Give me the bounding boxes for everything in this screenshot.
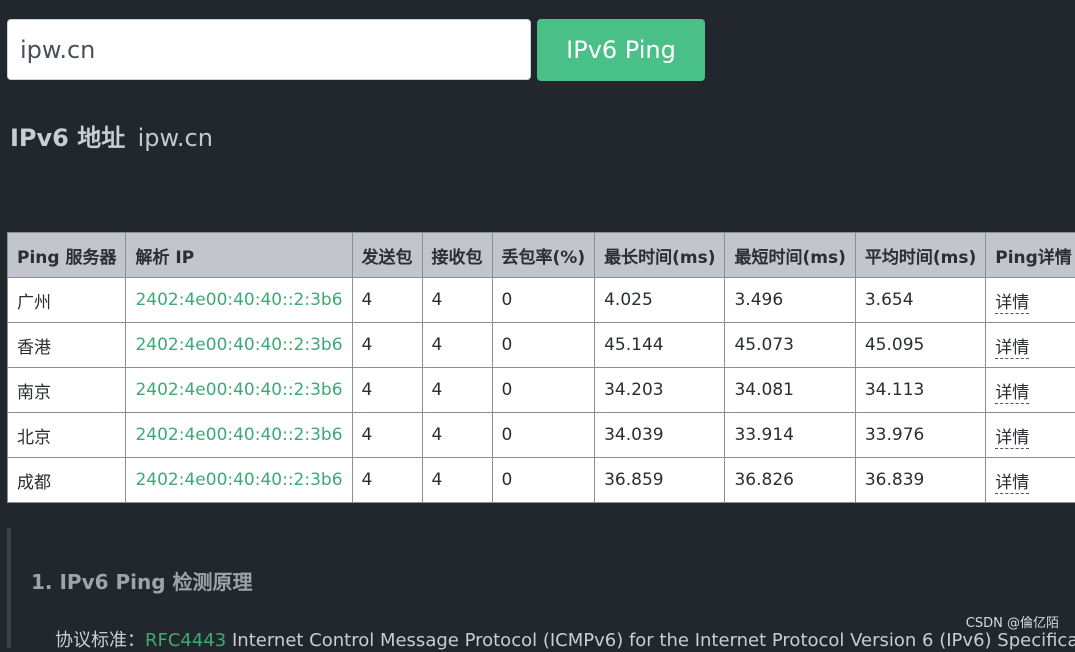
cell-detail: 详情 bbox=[986, 323, 1075, 368]
page-title-domain: ipw.cn bbox=[138, 124, 213, 152]
cell-ip: 2402:4e00:40:40::2:3b6 bbox=[126, 413, 352, 458]
cell-avg: 36.839 bbox=[855, 458, 985, 503]
cell-min: 36.826 bbox=[725, 458, 855, 503]
cell-loss: 0 bbox=[492, 413, 595, 458]
cell-detail: 详情 bbox=[986, 413, 1075, 458]
page-title: IPv6 地址 ipw.cn bbox=[10, 118, 213, 153]
cell-avg: 3.654 bbox=[855, 278, 985, 323]
cell-detail: 详情 bbox=[986, 368, 1075, 413]
cell-received: 4 bbox=[422, 278, 492, 323]
detail-link[interactable]: 详情 bbox=[995, 383, 1029, 404]
header-max: 最长时间(ms) bbox=[595, 233, 725, 278]
cell-min: 33.914 bbox=[725, 413, 855, 458]
header-avg: 平均时间(ms) bbox=[855, 233, 985, 278]
cell-max: 4.025 bbox=[595, 278, 725, 323]
cell-sent: 4 bbox=[352, 368, 422, 413]
cell-received: 4 bbox=[422, 323, 492, 368]
cell-sent: 4 bbox=[352, 413, 422, 458]
header-ip: 解析 IP bbox=[126, 233, 352, 278]
cell-max: 36.859 bbox=[595, 458, 725, 503]
header-sent: 发送包 bbox=[352, 233, 422, 278]
cell-ip: 2402:4e00:40:40::2:3b6 bbox=[126, 323, 352, 368]
cell-loss: 0 bbox=[492, 278, 595, 323]
ipv6-ping-button[interactable]: IPv6 Ping bbox=[537, 19, 705, 81]
section-text-prefix: 协议标准： bbox=[55, 630, 145, 651]
table-row: 南京 2402:4e00:40:40::2:3b6 4 4 0 34.203 3… bbox=[8, 368, 1075, 413]
cell-min: 45.073 bbox=[725, 323, 855, 368]
detail-link[interactable]: 详情 bbox=[995, 338, 1029, 359]
cell-avg: 33.976 bbox=[855, 413, 985, 458]
cell-sent: 4 bbox=[352, 323, 422, 368]
header-received: 接收包 bbox=[422, 233, 492, 278]
table-row: 北京 2402:4e00:40:40::2:3b6 4 4 0 34.039 3… bbox=[8, 413, 1075, 458]
cell-loss: 0 bbox=[492, 458, 595, 503]
cell-sent: 4 bbox=[352, 458, 422, 503]
cell-min: 3.496 bbox=[725, 278, 855, 323]
header-min: 最短时间(ms) bbox=[725, 233, 855, 278]
domain-input[interactable] bbox=[7, 19, 531, 80]
cell-ip: 2402:4e00:40:40::2:3b6 bbox=[126, 458, 352, 503]
cell-avg: 34.113 bbox=[855, 368, 985, 413]
table-row: 广州 2402:4e00:40:40::2:3b6 4 4 0 4.025 3.… bbox=[8, 278, 1075, 323]
header-detail: Ping详情 bbox=[986, 233, 1075, 278]
cell-ip: 2402:4e00:40:40::2:3b6 bbox=[126, 278, 352, 323]
table-header-row: Ping 服务器 解析 IP 发送包 接收包 丢包率(%) 最长时间(ms) 最… bbox=[8, 233, 1075, 278]
section-text-rest: Internet Control Message Protocol (ICMPv… bbox=[226, 630, 1075, 651]
principle-section: 1. IPv6 Ping 检测原理 协议标准：RFC4443 Internet … bbox=[7, 528, 1075, 648]
cell-max: 34.203 bbox=[595, 368, 725, 413]
cell-ip: 2402:4e00:40:40::2:3b6 bbox=[126, 368, 352, 413]
cell-received: 4 bbox=[422, 368, 492, 413]
cell-detail: 详情 bbox=[986, 458, 1075, 503]
cell-server: 北京 bbox=[8, 413, 126, 458]
cell-server: 广州 bbox=[8, 278, 126, 323]
section-text: 协议标准：RFC4443 Internet Control Message Pr… bbox=[55, 626, 1075, 652]
cell-avg: 45.095 bbox=[855, 323, 985, 368]
detail-link[interactable]: 详情 bbox=[995, 428, 1029, 449]
cell-min: 34.081 bbox=[725, 368, 855, 413]
cell-sent: 4 bbox=[352, 278, 422, 323]
search-bar: IPv6 Ping bbox=[7, 19, 705, 81]
ping-results-table: Ping 服务器 解析 IP 发送包 接收包 丢包率(%) 最长时间(ms) 最… bbox=[7, 232, 1075, 503]
page-title-label: IPv6 地址 bbox=[10, 124, 125, 152]
detail-link[interactable]: 详情 bbox=[995, 473, 1029, 494]
header-server: Ping 服务器 bbox=[8, 233, 126, 278]
rfc-link[interactable]: RFC4443 bbox=[145, 630, 226, 651]
cell-received: 4 bbox=[422, 458, 492, 503]
cell-loss: 0 bbox=[492, 368, 595, 413]
table-row: 香港 2402:4e00:40:40::2:3b6 4 4 0 45.144 4… bbox=[8, 323, 1075, 368]
section-title: 1. IPv6 Ping 检测原理 bbox=[31, 566, 253, 595]
watermark: CSDN @倫亿陌 bbox=[966, 612, 1059, 631]
cell-received: 4 bbox=[422, 413, 492, 458]
cell-detail: 详情 bbox=[986, 278, 1075, 323]
cell-max: 45.144 bbox=[595, 323, 725, 368]
cell-max: 34.039 bbox=[595, 413, 725, 458]
cell-server: 南京 bbox=[8, 368, 126, 413]
cell-loss: 0 bbox=[492, 323, 595, 368]
cell-server: 成都 bbox=[8, 458, 126, 503]
header-loss: 丢包率(%) bbox=[492, 233, 595, 278]
cell-server: 香港 bbox=[8, 323, 126, 368]
table-row: 成都 2402:4e00:40:40::2:3b6 4 4 0 36.859 3… bbox=[8, 458, 1075, 503]
detail-link[interactable]: 详情 bbox=[995, 293, 1029, 314]
